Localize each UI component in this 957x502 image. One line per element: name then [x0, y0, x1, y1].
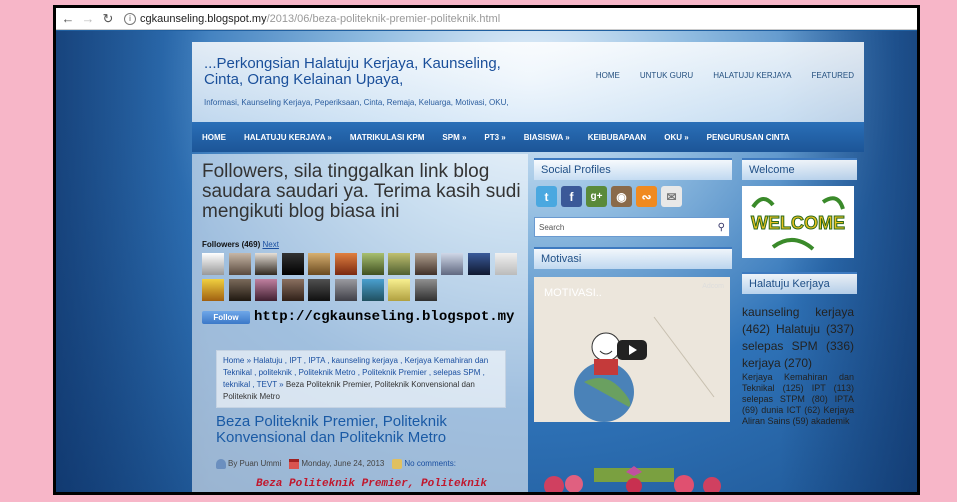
rss-icon[interactable]: ∾ — [636, 186, 657, 207]
search-input[interactable]: Search — [539, 223, 564, 232]
avatar[interactable] — [414, 253, 437, 275]
nav-pt3[interactable]: PT3 » — [484, 133, 505, 142]
nav-home[interactable]: HOME — [202, 133, 226, 142]
avatar[interactable] — [202, 253, 224, 275]
avatar[interactable] — [334, 279, 357, 301]
avatar[interactable] — [255, 253, 278, 275]
nav-oku[interactable]: OKU » — [664, 133, 688, 142]
top-menu-untuk-guru[interactable]: UNTUK GURU — [640, 71, 693, 80]
avatar[interactable] — [281, 253, 304, 275]
post-title[interactable]: Beza Politeknik Premier, Politeknik Konv… — [216, 414, 496, 446]
avatar[interactable] — [228, 253, 251, 275]
avatar[interactable] — [388, 253, 411, 275]
reload-icon[interactable]: ↻ — [100, 11, 116, 27]
avatar[interactable] — [202, 279, 224, 301]
instagram-icon[interactable]: ◉ — [611, 186, 632, 207]
video-title: MOTIVASI.. — [544, 287, 602, 299]
avatar[interactable] — [388, 279, 411, 301]
top-menu-featured[interactable]: FEATURED — [811, 71, 854, 80]
email-icon[interactable]: ✉ — [661, 186, 682, 207]
info-icon[interactable]: i — [124, 12, 136, 25]
post-comments[interactable]: No comments: — [392, 459, 456, 469]
forward-icon[interactable]: → — [80, 11, 96, 27]
followers-count: Followers (469) — [202, 240, 261, 249]
avatar[interactable] — [308, 279, 331, 301]
main-nav: HOME HALATUJU KERJAYA » MATRIKULASI KPM … — [192, 122, 864, 152]
tag-cloud-small[interactable]: Kerjaya Kemahiran dan Teknikal (125) IPT… — [742, 372, 854, 427]
label-cloud: kaunseling kerjaya (462) Halatuju (337) … — [742, 304, 854, 427]
back-icon[interactable]: ← — [60, 11, 76, 27]
avatar[interactable] — [441, 253, 464, 275]
welcome-graphic: WELCOME — [751, 196, 846, 251]
nav-biasiswa[interactable]: BIASISWA » — [524, 133, 570, 142]
avatar[interactable] — [228, 279, 251, 301]
screenshot-frame: ← → ↻ i cgkaunseling.blogspot.my/2013/06… — [53, 5, 920, 495]
welcome-image: WELCOME — [742, 186, 854, 258]
motivasi-title: Motivasi — [534, 247, 732, 269]
avatar[interactable] — [255, 279, 278, 301]
site-description: Informasi, Kaunseling Kerjaya, Peperiksa… — [204, 98, 509, 107]
avatar[interactable] — [334, 253, 357, 275]
welcome-title: Welcome — [742, 158, 857, 180]
followers-next-link[interactable]: Next — [262, 240, 278, 249]
main-content: Followers, sila tinggalkan link blog sau… — [192, 154, 528, 492]
twitter-icon[interactable]: t — [536, 186, 557, 207]
post-author: By Puan Ummi — [216, 459, 281, 469]
post-date: Monday, June 24, 2013 — [289, 459, 384, 469]
facebook-icon[interactable]: f — [561, 186, 582, 207]
url-host: cgkaunseling.blogspot.my — [140, 12, 267, 25]
user-icon — [216, 459, 226, 469]
url-field[interactable]: i cgkaunseling.blogspot.my/2013/06/beza-… — [124, 12, 501, 25]
blog-url-text: http://cgkaunseling.blogspot.my — [254, 309, 515, 325]
post-subheading: Beza Politeknik Premier, Politeknik — [256, 478, 488, 490]
search-box[interactable]: Search ⚲ — [534, 217, 730, 237]
top-menu: HOME UNTUK GURU HALATUJU KERJAYA FEATURE… — [596, 71, 854, 80]
search-icon[interactable]: ⚲ — [718, 222, 725, 233]
social-icons: t f g+ ◉ ∾ ✉ — [534, 180, 732, 207]
nav-matrikulasi[interactable]: MATRIKULASI KPM — [350, 133, 425, 142]
avatar[interactable] — [467, 253, 490, 275]
right-sidebar: Welcome WELCOME Halatuju Kerjaya kaunsel… — [742, 158, 857, 427]
tag-cloud-large[interactable]: kaunseling kerjaya (462) Halatuju (337) … — [742, 304, 854, 372]
nav-halatuju-kerjaya[interactable]: HALATUJU KERJAYA » — [244, 133, 332, 142]
video-watermark: Adcom — [702, 283, 724, 290]
post-meta: By Puan Ummi Monday, June 24, 2013 No co… — [216, 459, 456, 469]
avatar[interactable] — [361, 279, 384, 301]
avatar[interactable] — [494, 253, 517, 275]
top-menu-home[interactable]: HOME — [596, 71, 620, 80]
followers-label: Followers (469) Next — [202, 240, 279, 249]
followers-notice: Followers, sila tinggalkan link blog sau… — [202, 161, 521, 222]
comment-icon — [392, 459, 403, 469]
nav-keibubapaan[interactable]: KEIBUBAPAAN — [588, 133, 647, 142]
url-path: /2013/06/beza-politeknik-premier-politek… — [266, 12, 501, 25]
google-plus-icon[interactable]: g+ — [586, 186, 607, 207]
video-player[interactable]: MOTIVASI.. Adcom — [534, 277, 730, 422]
site-title[interactable]: ...Perkongsian Halatuju Kerjaya, Kaunsel… — [204, 56, 504, 88]
flower-banner-image — [544, 466, 721, 492]
avatar[interactable] — [414, 279, 437, 301]
middle-sidebar: Social Profiles t f g+ ◉ ∾ ✉ Search ⚲ Mo… — [534, 158, 732, 422]
blog-header: ...Perkongsian Halatuju Kerjaya, Kaunsel… — [192, 42, 864, 122]
follower-avatars — [202, 253, 522, 301]
svg-text:WELCOME: WELCOME — [751, 213, 845, 233]
breadcrumb: Home » Halatuju , IPT , IPTA , kaunselin… — [216, 350, 506, 408]
calendar-icon — [289, 459, 300, 469]
social-profiles-title: Social Profiles — [534, 158, 732, 180]
nav-pengurusan-cinta[interactable]: PENGURUSAN CINTA — [707, 133, 790, 142]
follow-button[interactable]: Follow — [202, 311, 250, 324]
avatar[interactable] — [281, 279, 304, 301]
avatar[interactable] — [308, 253, 331, 275]
nav-spm[interactable]: SPM » — [442, 133, 466, 142]
avatar[interactable] — [361, 253, 384, 275]
top-menu-halatuju-kerjaya[interactable]: HALATUJU KERJAYA — [713, 71, 791, 80]
play-button-icon[interactable] — [617, 340, 647, 360]
browser-address-bar: ← → ↻ i cgkaunseling.blogspot.my/2013/06… — [56, 8, 917, 30]
halatuju-kerjaya-title: Halatuju Kerjaya — [742, 272, 857, 294]
